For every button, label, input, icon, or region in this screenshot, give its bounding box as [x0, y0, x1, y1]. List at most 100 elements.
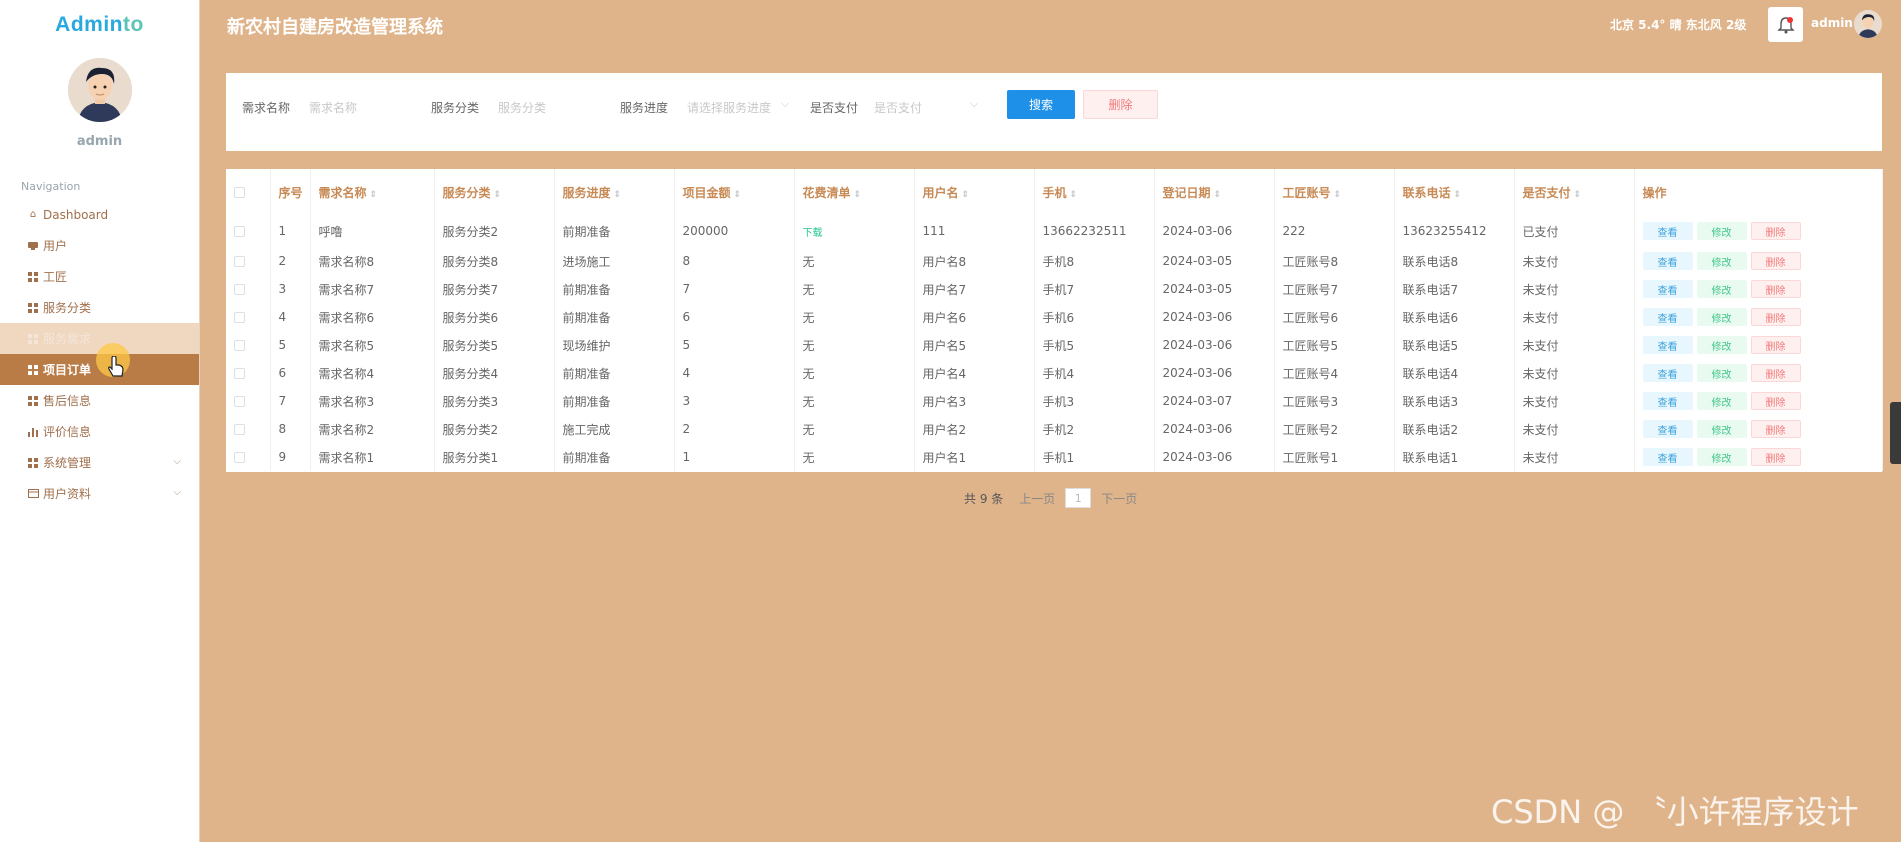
- delete-row-button[interactable]: 删除: [1750, 222, 1801, 240]
- table-cell: 200000: [674, 215, 795, 247]
- view-button[interactable]: 查看: [1642, 280, 1693, 298]
- table-cell: 5: [270, 331, 311, 359]
- edit-button[interactable]: 修改: [1696, 448, 1747, 466]
- sort-icon[interactable]: ⇕: [1214, 190, 1222, 200]
- sort-icon[interactable]: ⇕: [1454, 190, 1462, 200]
- edit-button[interactable]: 修改: [1696, 308, 1747, 326]
- table-cell: 4: [270, 303, 311, 331]
- row-checkbox[interactable]: [226, 331, 271, 359]
- chevron-down-icon: ⌵: [970, 97, 979, 110]
- edit-button[interactable]: 修改: [1696, 252, 1747, 270]
- table-cell: 服务分类7: [434, 275, 555, 303]
- column-header[interactable]: 用户名 ⇕: [914, 169, 1035, 215]
- search-button[interactable]: 搜索: [1007, 90, 1075, 119]
- row-checkbox[interactable]: [226, 275, 271, 303]
- column-header[interactable]: 手机 ⇕: [1034, 169, 1155, 215]
- delete-row-button[interactable]: 删除: [1750, 420, 1801, 438]
- view-button[interactable]: 查看: [1642, 222, 1693, 240]
- sort-icon[interactable]: ⇕: [370, 190, 378, 200]
- column-header[interactable]: 联系电话 ⇕: [1394, 169, 1515, 215]
- notification-button[interactable]: [1768, 7, 1803, 42]
- sidebar-item-reviews[interactable]: 评价信息: [0, 416, 199, 447]
- table-cell: 服务分类8: [434, 247, 555, 275]
- download-link[interactable]: 下载: [803, 228, 823, 239]
- delete-row-button[interactable]: 删除: [1750, 280, 1801, 298]
- table-cell: 服务分类4: [434, 359, 555, 387]
- view-button[interactable]: 查看: [1642, 392, 1693, 410]
- table-cell: 手机4: [1034, 359, 1155, 387]
- chevron-down-icon: ⌵: [173, 487, 181, 498]
- sidebar-item-system-management[interactable]: 系统管理 ⌵: [0, 447, 199, 478]
- sidebar-item-users[interactable]: 用户: [0, 230, 199, 261]
- sort-icon[interactable]: ⇕: [1334, 190, 1342, 200]
- edit-button[interactable]: 修改: [1696, 280, 1747, 298]
- demand-name-input[interactable]: 需求名称: [309, 99, 419, 116]
- paid-select[interactable]: 是否支付: [874, 99, 984, 116]
- table-cell: 4: [674, 359, 795, 387]
- select-all-checkbox[interactable]: [226, 169, 271, 215]
- row-checkbox[interactable]: [226, 415, 271, 443]
- view-button[interactable]: 查看: [1642, 448, 1693, 466]
- sort-icon[interactable]: ⇕: [494, 190, 502, 200]
- sort-icon[interactable]: ⇕: [962, 190, 970, 200]
- column-header[interactable]: 是否支付 ⇕: [1514, 169, 1635, 215]
- delete-row-button[interactable]: 删除: [1750, 308, 1801, 326]
- column-header[interactable]: 登记日期 ⇕: [1154, 169, 1275, 215]
- column-header[interactable]: 服务分类 ⇕: [434, 169, 555, 215]
- sort-icon[interactable]: ⇕: [1070, 190, 1078, 200]
- column-header[interactable]: 需求名称 ⇕: [310, 169, 435, 215]
- table-cell: 8: [270, 415, 311, 443]
- table-cell: 2024-03-05: [1154, 275, 1275, 303]
- sort-icon[interactable]: ⇕: [734, 190, 742, 200]
- row-checkbox[interactable]: [226, 215, 271, 247]
- edit-button[interactable]: 修改: [1696, 222, 1747, 240]
- edit-button[interactable]: 修改: [1696, 420, 1747, 438]
- prev-page-button[interactable]: 上一页: [1019, 490, 1055, 507]
- table-cell: 2024-03-06: [1154, 443, 1275, 471]
- sort-icon[interactable]: ⇕: [854, 190, 862, 200]
- bar-chart-icon: [27, 426, 39, 438]
- delete-row-button[interactable]: 删除: [1750, 336, 1801, 354]
- sidebar-item-craftsmen[interactable]: 工匠: [0, 261, 199, 292]
- view-button[interactable]: 查看: [1642, 308, 1693, 326]
- table-cell: 联系电话3: [1394, 387, 1515, 415]
- avatar[interactable]: [1854, 10, 1882, 38]
- sidebar-item-user-profile[interactable]: 用户资料 ⌵: [0, 478, 199, 509]
- column-header[interactable]: 项目金额 ⇕: [674, 169, 795, 215]
- service-category-input[interactable]: 服务分类: [498, 99, 608, 116]
- sidebar-item-after-sales[interactable]: 售后信息: [0, 385, 199, 416]
- column-header[interactable]: 花费清单 ⇕: [794, 169, 915, 215]
- header-username[interactable]: admin: [1811, 16, 1853, 30]
- row-checkbox[interactable]: [226, 387, 271, 415]
- table-row: 2 需求名称8 服务分类8 进场施工 8 无用户名8 手机8 2024-03-05 工匠账号8 联…: [226, 247, 1883, 275]
- view-button[interactable]: 查看: [1642, 364, 1693, 382]
- page-number-button[interactable]: 1: [1065, 488, 1092, 508]
- delete-row-button[interactable]: 删除: [1750, 392, 1801, 410]
- sort-icon[interactable]: ⇕: [1574, 190, 1582, 200]
- column-header[interactable]: 服务进度 ⇕: [554, 169, 675, 215]
- next-page-button[interactable]: 下一页: [1101, 490, 1137, 507]
- row-checkbox[interactable]: [226, 359, 271, 387]
- delete-row-button[interactable]: 删除: [1750, 448, 1801, 466]
- delete-row-button[interactable]: 删除: [1750, 364, 1801, 382]
- edit-button[interactable]: 修改: [1696, 392, 1747, 410]
- table-cell: 13662232511: [1034, 215, 1155, 247]
- column-header[interactable]: 工匠账号 ⇕: [1274, 169, 1395, 215]
- delete-button[interactable]: 删除: [1083, 90, 1158, 119]
- side-scroll-handle[interactable]: [1890, 402, 1901, 464]
- view-button[interactable]: 查看: [1642, 336, 1693, 354]
- row-checkbox[interactable]: [226, 303, 271, 331]
- table-cell: 工匠账号2: [1274, 415, 1395, 443]
- edit-button[interactable]: 修改: [1696, 364, 1747, 382]
- row-checkbox[interactable]: [226, 443, 271, 471]
- row-checkbox[interactable]: [226, 247, 271, 275]
- view-button[interactable]: 查看: [1642, 420, 1693, 438]
- sidebar-item-dashboard[interactable]: ⌂ Dashboard: [0, 199, 199, 230]
- sort-icon[interactable]: ⇕: [614, 190, 622, 200]
- view-button[interactable]: 查看: [1642, 252, 1693, 270]
- delete-row-button[interactable]: 删除: [1750, 252, 1801, 270]
- sidebar-item-service-category[interactable]: 服务分类: [0, 292, 199, 323]
- table-cell: 未支付: [1514, 359, 1635, 387]
- edit-button[interactable]: 修改: [1696, 336, 1747, 354]
- brand-logo[interactable]: Admin to: [0, 0, 199, 50]
